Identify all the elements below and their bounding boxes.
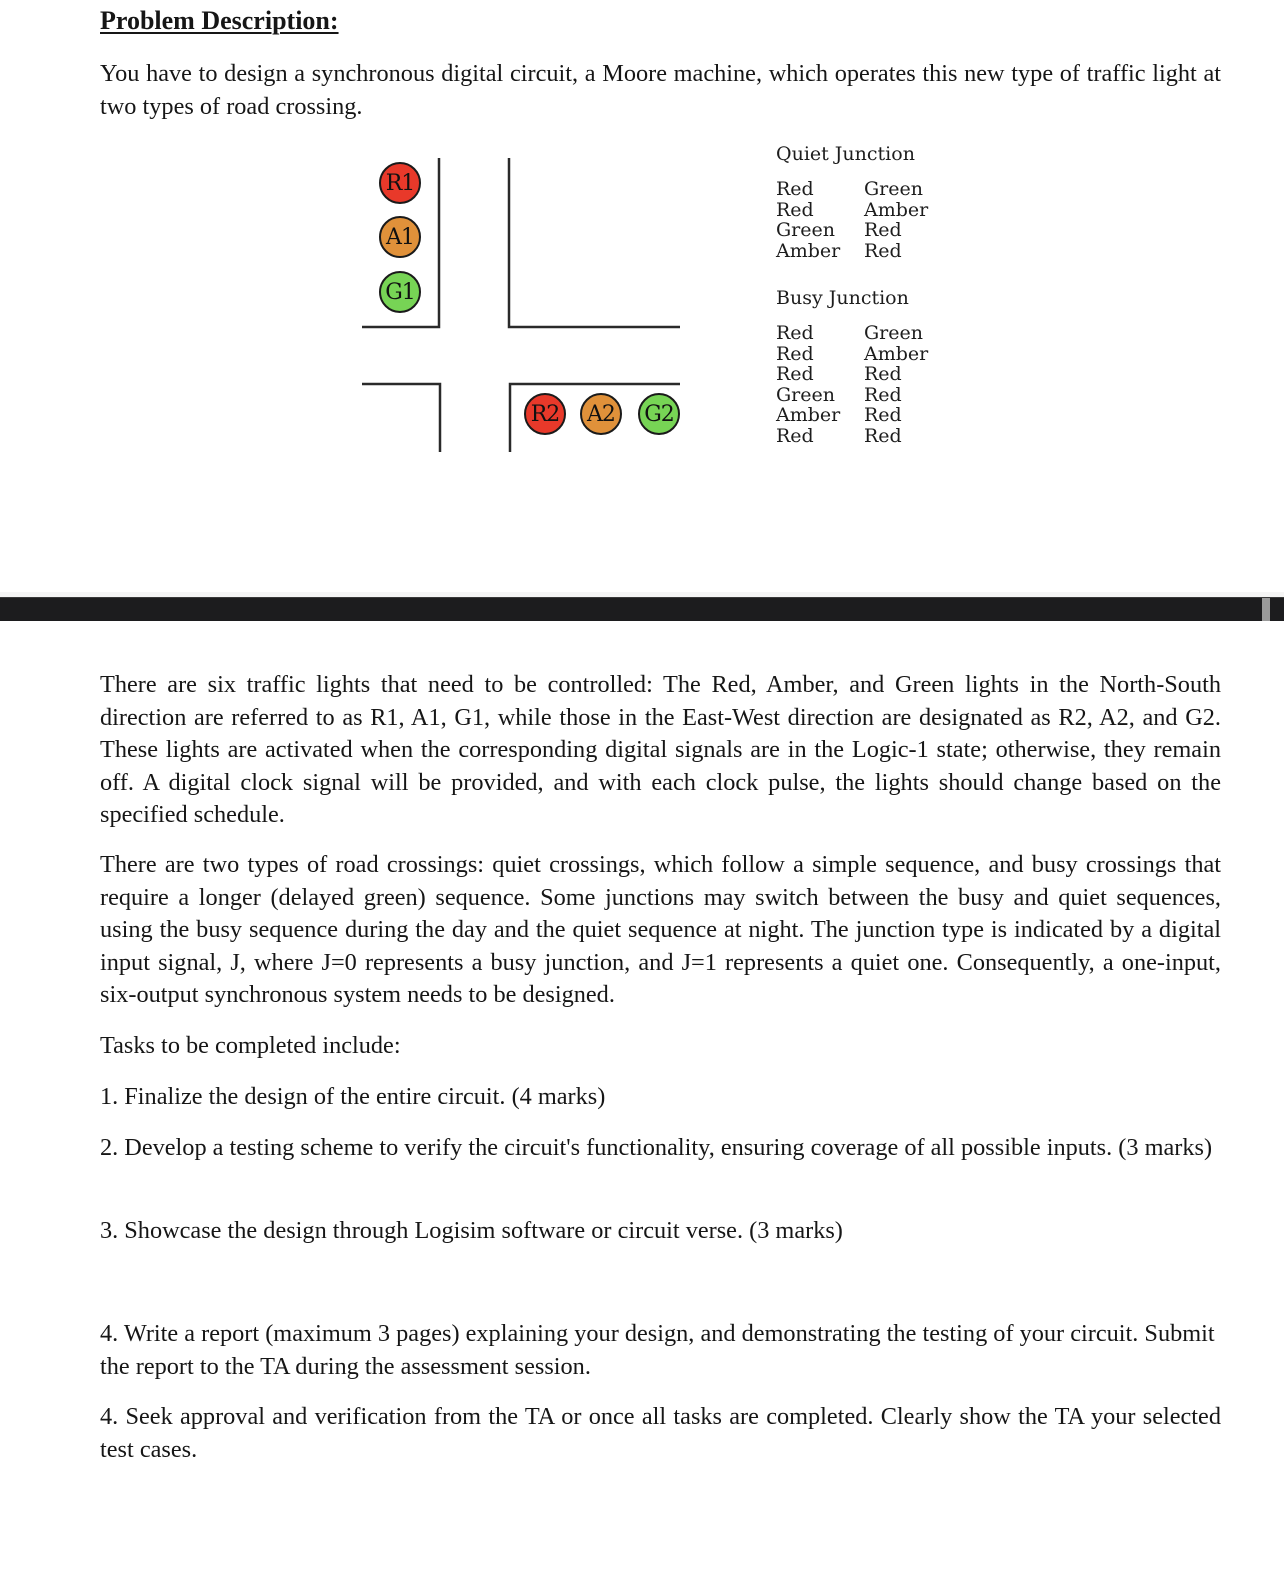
busy_junction-row: Green Red <box>776 385 928 406</box>
quiet_junction-row: Green Red <box>776 220 928 241</box>
page-heading: Problem Description: <box>100 6 339 35</box>
road-edge-bottom-left <box>362 382 442 452</box>
busy-junction-sequence: Busy Junction Red Green Red Amber Red Red Gree… <box>776 287 928 447</box>
light-r2: R2 <box>524 393 566 435</box>
busy-junction-table: Red Green Red Amber Red Red Green Red Amber Red Re… <box>776 323 928 447</box>
east-west-state: Amber <box>864 198 929 221</box>
busy_junction-row: Red Red <box>776 426 928 447</box>
scrollbar-handle[interactable] <box>1262 598 1270 621</box>
quiet-junction-title: Quiet Junction <box>776 143 915 165</box>
east-west-state: Amber <box>864 342 929 365</box>
north-south-state: Amber <box>776 404 841 427</box>
quiet-junction-table: Red Green Red Amber Green Red Amber Red <box>776 179 928 261</box>
east-west-state: Green <box>864 322 923 344</box>
north-south-state: Green <box>776 383 835 406</box>
light-a1: A1 <box>379 216 421 258</box>
north-south-state: Red <box>776 322 814 344</box>
east-west-state: Red <box>864 383 902 406</box>
north-south-state: Red <box>776 198 814 221</box>
north-south-state: Red <box>776 424 814 447</box>
north-south-state: Red <box>776 178 814 200</box>
page-divider-bar <box>0 597 1284 621</box>
task-item: 2. Develop a testing scheme to verify th… <box>100 1134 1213 1161</box>
east-west-state: Red <box>864 219 902 242</box>
lights-paragraph: There are six traffic lights that need t… <box>100 671 1221 828</box>
east-west-state: Red <box>864 424 902 447</box>
north-south-state: Amber <box>776 239 841 262</box>
busy_junction-row: Red Green <box>776 323 928 344</box>
north-south-state: Red <box>776 363 814 386</box>
light-r1: R1 <box>379 162 421 204</box>
north-south-state: Green <box>776 219 835 242</box>
quiet_junction-row: Amber Red <box>776 241 928 262</box>
busy-junction-title: Busy Junction <box>776 287 909 309</box>
tasks-intro: Tasks to be completed include: <box>100 1032 401 1059</box>
task-item: 3. Showcase the design through Logisim s… <box>100 1217 843 1244</box>
east-west-state: Red <box>864 239 902 262</box>
road-edge-bottom-right <box>508 382 680 452</box>
north-south-state: Red <box>776 342 814 365</box>
quiet-junction-sequence: Quiet Junction Red Green Red Amber Green Red A… <box>776 143 928 261</box>
task-item: 4. Write a report (maximum 3 pages) expl… <box>100 1320 1215 1380</box>
east-west-state: Red <box>864 404 902 427</box>
light-g2: G2 <box>638 393 680 435</box>
east-west-state: Green <box>864 178 923 200</box>
busy_junction-row: Red Amber <box>776 342 929 365</box>
east-west-state: Red <box>864 363 902 386</box>
intro-paragraph: You have to design a synchronous digital… <box>100 60 1221 120</box>
light-g1: G1 <box>379 271 421 313</box>
busy_junction-row: Amber Red <box>776 405 928 426</box>
task-item: 1. Finalize the design of the entire cir… <box>100 1083 606 1110</box>
road-edge-top-right <box>507 158 680 329</box>
road-edge-top-left <box>362 158 441 329</box>
task-item: 4. Seek approval and verification from t… <box>100 1403 1221 1463</box>
quiet_junction-row: Red Green <box>776 179 928 200</box>
light-a2: A2 <box>580 393 622 435</box>
crossings-paragraph: There are two types of road crossings: q… <box>100 851 1221 1008</box>
quiet_junction-row: Red Amber <box>776 198 929 221</box>
busy_junction-row: Red Red <box>776 364 928 385</box>
